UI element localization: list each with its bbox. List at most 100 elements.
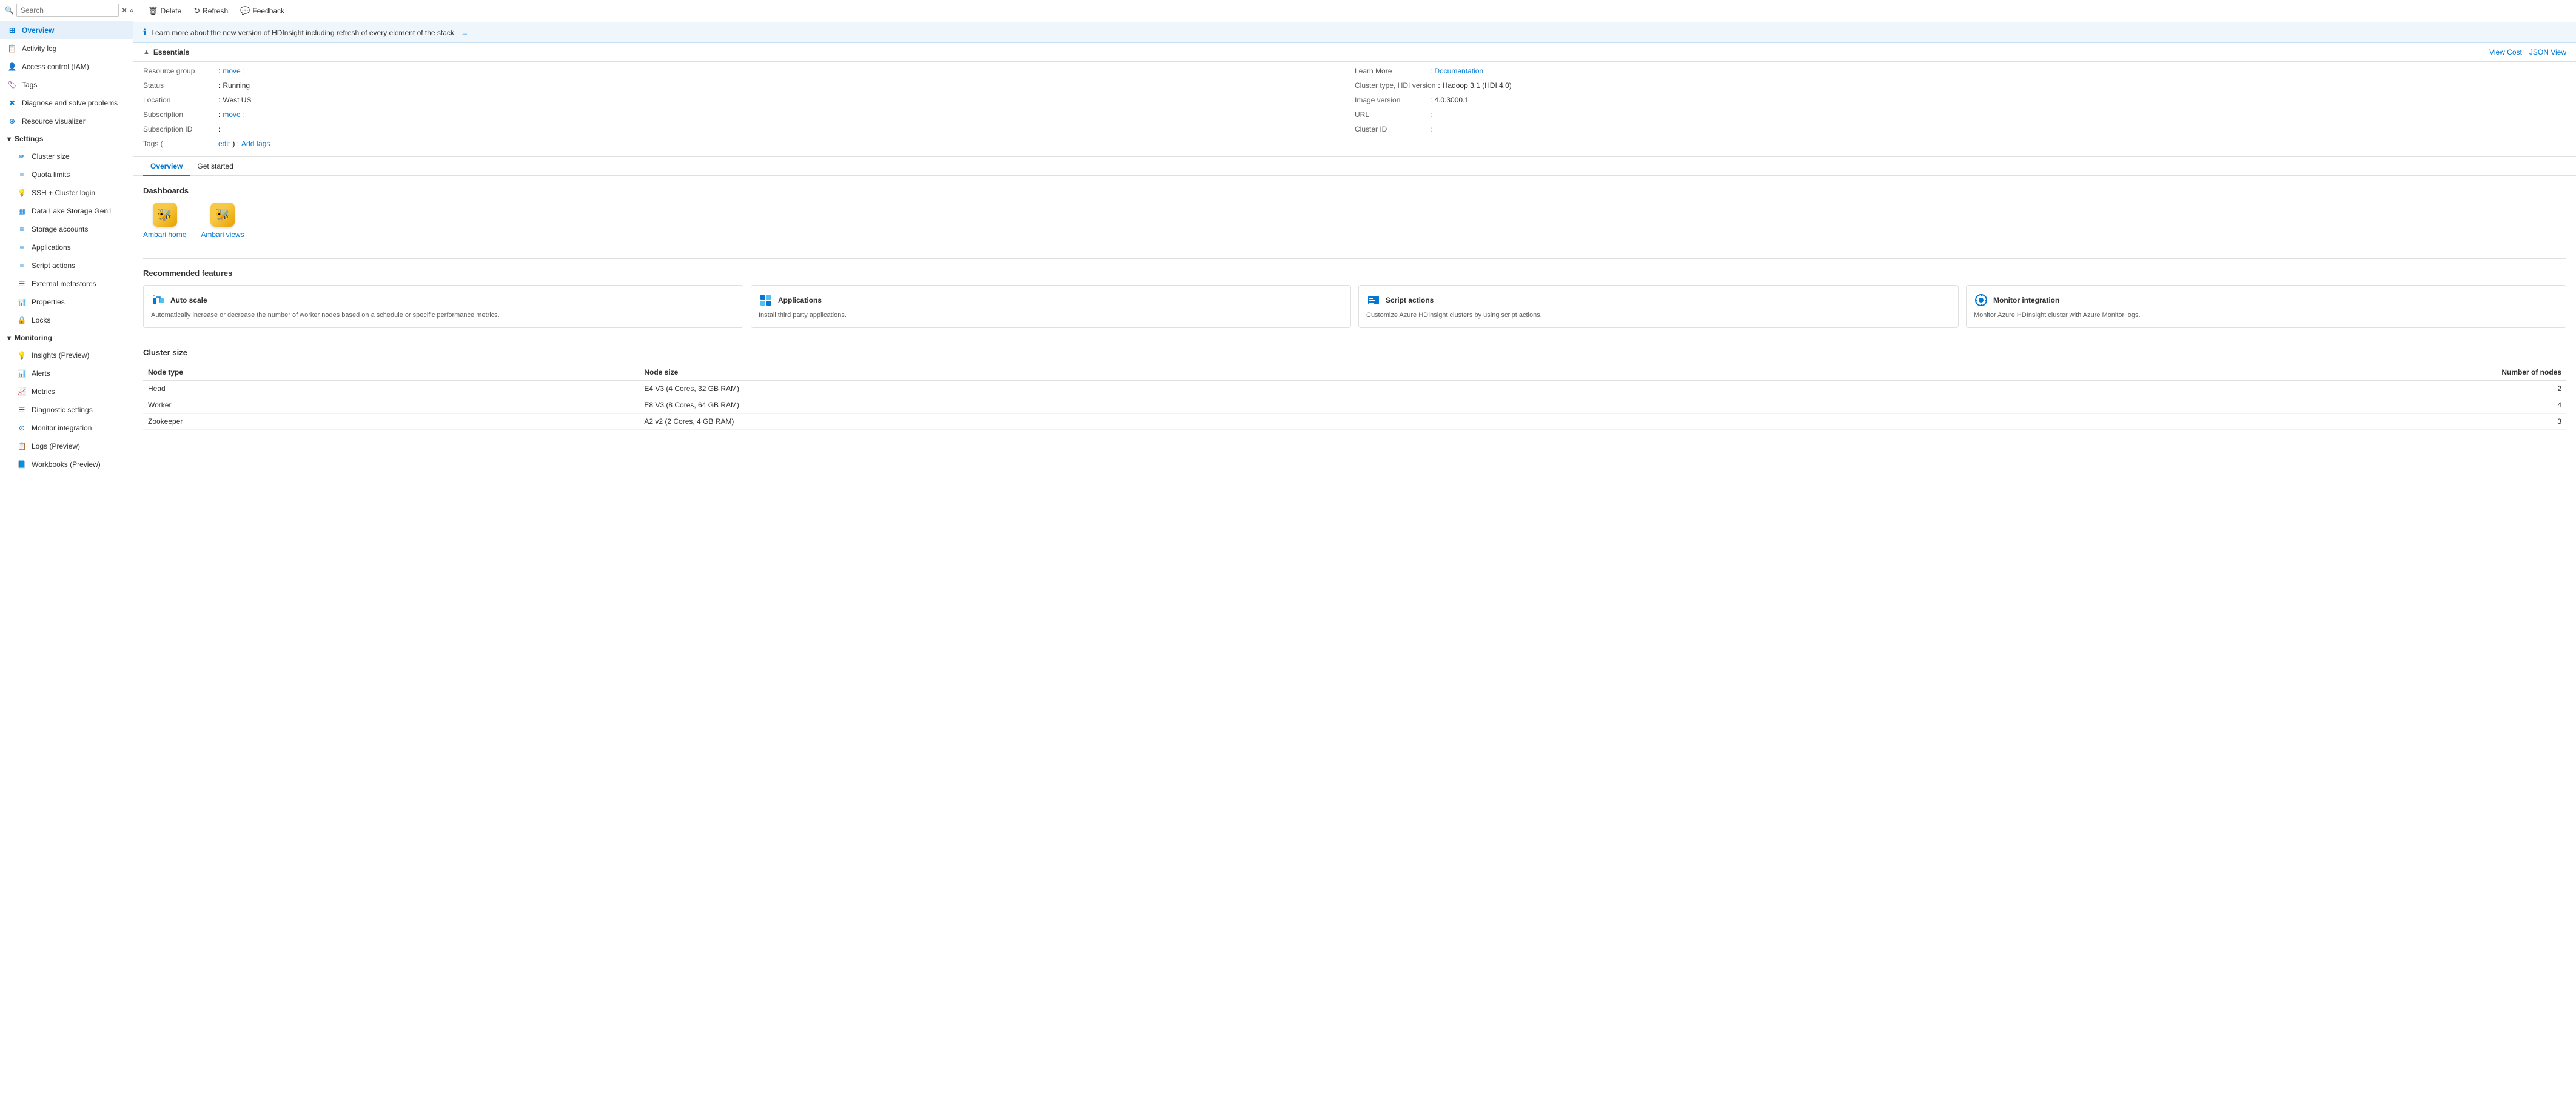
cluster-size-section: Cluster size Node type Node size Number … [133, 338, 2576, 440]
refresh-icon: ↻ [193, 6, 200, 16]
script-actions-icon: ≡ [17, 261, 27, 270]
applications-feature-icon [759, 293, 773, 307]
node-size-worker: E8 V3 (8 Cores, 64 GB RAM) [639, 397, 1797, 414]
sidebar-item-ssh-cluster-login[interactable]: 💡 SSH + Cluster login [0, 184, 133, 202]
sidebar-item-insights-preview[interactable]: 💡 Insights (Preview) [0, 346, 133, 364]
properties-icon: 📊 [17, 297, 27, 307]
sidebar-item-diagnostic-settings[interactable]: ☰ Diagnostic settings [0, 401, 133, 419]
add-tags-link[interactable]: Add tags [241, 139, 270, 148]
sidebar-item-access-control[interactable]: 👤 Access control (IAM) [0, 58, 133, 76]
sidebar-item-label: Cluster size [32, 152, 70, 161]
banner-text: Learn more about the new version of HDIn… [151, 28, 456, 37]
sidebar-item-properties[interactable]: 📊 Properties [0, 293, 133, 311]
refresh-button[interactable]: ↻ Refresh [189, 4, 233, 18]
sidebar-item-cluster-size[interactable]: ✏ Cluster size [0, 147, 133, 166]
sidebar-item-label: Resource visualizer [22, 117, 86, 126]
tab-overview[interactable]: Overview [143, 157, 190, 176]
main-content: 🗑 Delete ↻ Refresh 💬 Feedback ℹ Learn mo… [133, 0, 2576, 1115]
delete-button[interactable]: 🗑 Delete [143, 4, 186, 18]
essentials-row-subscription: Subscription : move : [143, 110, 1355, 122]
feature-card-monitor-integration[interactable]: Monitor integration Monitor Azure HDInsi… [1966, 285, 2566, 328]
sidebar-item-label: SSH + Cluster login [32, 189, 95, 197]
essentials-collapse-icon[interactable]: ▲ [143, 49, 150, 56]
edit-tags-link[interactable]: edit [218, 139, 230, 148]
sidebar-item-storage-accounts[interactable]: ≡ Storage accounts [0, 220, 133, 238]
activity-log-icon: 📋 [7, 44, 17, 53]
close-icon[interactable]: ✕ [121, 6, 127, 15]
view-cost-link[interactable]: View Cost [2489, 48, 2522, 56]
ambari-views-label[interactable]: Ambari views [201, 230, 244, 239]
sidebar-item-applications[interactable]: ≡ Applications [0, 238, 133, 256]
sidebar-item-label: Locks [32, 316, 50, 324]
ambari-home-label[interactable]: Ambari home [143, 230, 186, 239]
tab-get-started[interactable]: Get started [190, 157, 240, 176]
sidebar-item-locks[interactable]: 🔒 Locks [0, 311, 133, 329]
dashboard-item-ambari-home[interactable]: 🐝 Ambari home [143, 203, 186, 239]
banner-link[interactable]: → [461, 28, 468, 37]
ambari-views-icon: 🐝 [210, 203, 235, 227]
node-type-zookeeper: Zookeeper [143, 414, 639, 430]
cluster-row-zookeeper: Zookeeper A2 v2 (2 Cores, 4 GB RAM) 3 [143, 414, 2566, 430]
sidebar-item-metrics[interactable]: 📈 Metrics [0, 383, 133, 401]
sidebar-item-data-lake-storage[interactable]: ▦ Data Lake Storage Gen1 [0, 202, 133, 220]
feedback-button[interactable]: 💬 Feedback [235, 4, 289, 18]
metrics-icon: 📈 [17, 387, 27, 397]
sidebar-item-overview[interactable]: ⊞ Overview [0, 21, 133, 39]
feature-card-applications[interactable]: Applications Install third party applica… [751, 285, 1351, 328]
sidebar-item-label: Script actions [32, 261, 75, 270]
info-banner: ℹ Learn more about the new version of HD… [133, 22, 2576, 43]
alerts-icon: 📊 [17, 369, 27, 378]
node-type-head: Head [143, 381, 639, 397]
sidebar-item-label: Insights (Preview) [32, 351, 89, 360]
data-lake-icon: ▦ [17, 206, 27, 216]
sidebar-item-resource-visualizer[interactable]: ⊕ Resource visualizer [0, 112, 133, 130]
sidebar-item-diagnose[interactable]: ✖ Diagnose and solve problems [0, 94, 133, 112]
auto-scale-icon [151, 293, 166, 307]
tags-icon: 🏷 [7, 80, 17, 90]
locks-icon: 🔒 [17, 315, 27, 325]
settings-section-header[interactable]: ▾ Settings [0, 130, 133, 147]
json-view-link[interactable]: JSON View [2529, 48, 2566, 56]
sidebar-item-label: Properties [32, 298, 65, 306]
sidebar-item-logs-preview[interactable]: 📋 Logs (Preview) [0, 437, 133, 455]
essentials-right-col: Learn More : Documentation Cluster type,… [1355, 67, 2566, 152]
ambari-home-icon: 🐝 [153, 203, 177, 227]
sidebar-item-label: Quota limits [32, 170, 70, 179]
content-area: ▲ Essentials View Cost JSON View Resourc… [133, 43, 2576, 1115]
col-header-number-of-nodes: Number of nodes [1797, 364, 2566, 381]
sidebar-item-workbooks-preview[interactable]: 📘 Workbooks (Preview) [0, 455, 133, 474]
sidebar-item-alerts[interactable]: 📊 Alerts [0, 364, 133, 383]
search-input[interactable] [16, 4, 119, 17]
tags-label: Tags ( [143, 139, 216, 148]
dashboard-item-ambari-views[interactable]: 🐝 Ambari views [201, 203, 244, 239]
monitoring-label: Monitoring [15, 333, 52, 342]
sidebar-item-label: Applications [32, 243, 71, 252]
sidebar-item-script-actions[interactable]: ≡ Script actions [0, 256, 133, 275]
quota-limits-icon: ≡ [17, 170, 27, 179]
move-resource-group-link[interactable]: move [223, 67, 240, 75]
feature-header-applications: Applications [759, 293, 1343, 307]
feature-card-script-actions[interactable]: Script actions Customize Azure HDInsight… [1358, 285, 1959, 328]
sidebar-item-activity-log[interactable]: 📋 Activity log [0, 39, 133, 58]
sidebar-item-label: Logs (Preview) [32, 442, 80, 450]
feedback-icon: 💬 [240, 6, 250, 16]
resource-visualizer-icon: ⊕ [7, 116, 17, 126]
arrow-icon: → [461, 28, 468, 37]
sidebar-item-tags[interactable]: 🏷 Tags [0, 76, 133, 94]
monitoring-section-header[interactable]: ▾ Monitoring [0, 329, 133, 346]
dashboards-title: Dashboards [143, 186, 2566, 195]
feature-card-auto-scale[interactable]: Auto scale Automatically increase or dec… [143, 285, 743, 328]
move-subscription-link[interactable]: move [223, 110, 240, 119]
sidebar-item-quota-limits[interactable]: ≡ Quota limits [0, 166, 133, 184]
dashboards-section: Dashboards 🐝 Ambari home 🐝 Ambari views [133, 176, 2576, 258]
toolbar: 🗑 Delete ↻ Refresh 💬 Feedback [133, 0, 2576, 22]
sidebar-item-label: Overview [22, 26, 54, 35]
documentation-link[interactable]: Documentation [1434, 67, 1483, 75]
essentials-row-learn-more: Learn More : Documentation [1355, 67, 2566, 79]
sidebar-item-external-metastores[interactable]: ☰ External metastores [0, 275, 133, 293]
sidebar-item-monitor-integration[interactable]: ⊙ Monitor integration [0, 419, 133, 437]
essentials-row-cluster-id: Cluster ID : [1355, 125, 2566, 137]
cluster-size-title: Cluster size [143, 348, 2566, 357]
sidebar: 🔍 ✕ « ⊞ Overview 📋 Activity log 👤 Access… [0, 0, 133, 1115]
col-header-node-type: Node type [143, 364, 639, 381]
